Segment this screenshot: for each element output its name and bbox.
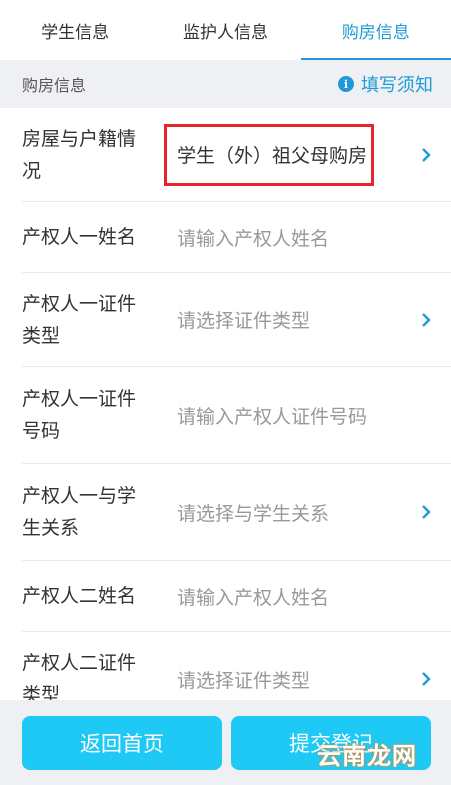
chevron-right-icon bbox=[419, 312, 433, 327]
owner1-id-type-select[interactable]: 请选择证件类型 bbox=[177, 306, 419, 333]
owner2-name-input[interactable]: 请输入产权人姓名 bbox=[177, 583, 433, 610]
owner1-name-input[interactable]: 请输入产权人姓名 bbox=[177, 224, 433, 251]
form-row-owner1-id-type[interactable]: 产权人一证件类型 请选择证件类型 bbox=[22, 273, 451, 367]
tab-bar: 学生信息 监护人信息 购房信息 bbox=[0, 0, 451, 60]
form-row-housing-status[interactable]: 房屋与户籍情况 学生（外）祖父母购房 bbox=[22, 108, 451, 202]
field-label: 产权人一证件号码 bbox=[22, 388, 137, 442]
form-row-owner1-id-number: 产权人一证件号码 请输入产权人证件号码 bbox=[22, 367, 451, 464]
form-row-owner2-name: 产权人二姓名 请输入产权人姓名 bbox=[22, 561, 451, 632]
watermark: 云南龙网 bbox=[317, 742, 417, 770]
filling-notice-link[interactable]: i 填写须知 bbox=[338, 71, 433, 97]
field-label: 产权人二姓名 bbox=[22, 585, 137, 607]
tab-student-info[interactable]: 学生信息 bbox=[0, 0, 150, 60]
housing-status-select[interactable]: 学生（外）祖父母购房 bbox=[177, 141, 419, 168]
field-label: 产权人一与学生关系 bbox=[22, 485, 137, 539]
field-label: 产权人一姓名 bbox=[22, 226, 137, 248]
field-label: 房屋与户籍情况 bbox=[22, 127, 137, 182]
form-row-owner1-relation[interactable]: 产权人一与学生关系 请选择与学生关系 bbox=[22, 464, 451, 561]
chevron-right-icon bbox=[419, 505, 433, 519]
section-title: 购房信息 bbox=[22, 76, 87, 95]
owner1-id-number-input[interactable]: 请输入产权人证件号码 bbox=[177, 402, 433, 429]
housing-form: 房屋与户籍情况 学生（外）祖父母购房 产权人一姓名 请输入产权人姓名 产权人一证… bbox=[0, 108, 451, 726]
filling-notice-label: 填写须知 bbox=[361, 75, 433, 96]
field-label: 产权人一证件类型 bbox=[22, 292, 137, 347]
chevron-right-icon bbox=[419, 147, 433, 162]
tab-housing-info[interactable]: 购房信息 bbox=[300, 0, 451, 60]
back-home-button[interactable]: 返回首页 bbox=[22, 715, 222, 770]
tab-guardian-info[interactable]: 监护人信息 bbox=[150, 0, 300, 60]
chevron-right-icon bbox=[419, 672, 433, 686]
form-row-owner1-name: 产权人一姓名 请输入产权人姓名 bbox=[22, 202, 451, 273]
owner1-relation-select[interactable]: 请选择与学生关系 bbox=[177, 499, 419, 526]
info-icon: i bbox=[338, 76, 354, 92]
section-header: 购房信息 i 填写须知 bbox=[0, 60, 451, 108]
owner2-id-type-select[interactable]: 请选择证件类型 bbox=[177, 666, 419, 693]
